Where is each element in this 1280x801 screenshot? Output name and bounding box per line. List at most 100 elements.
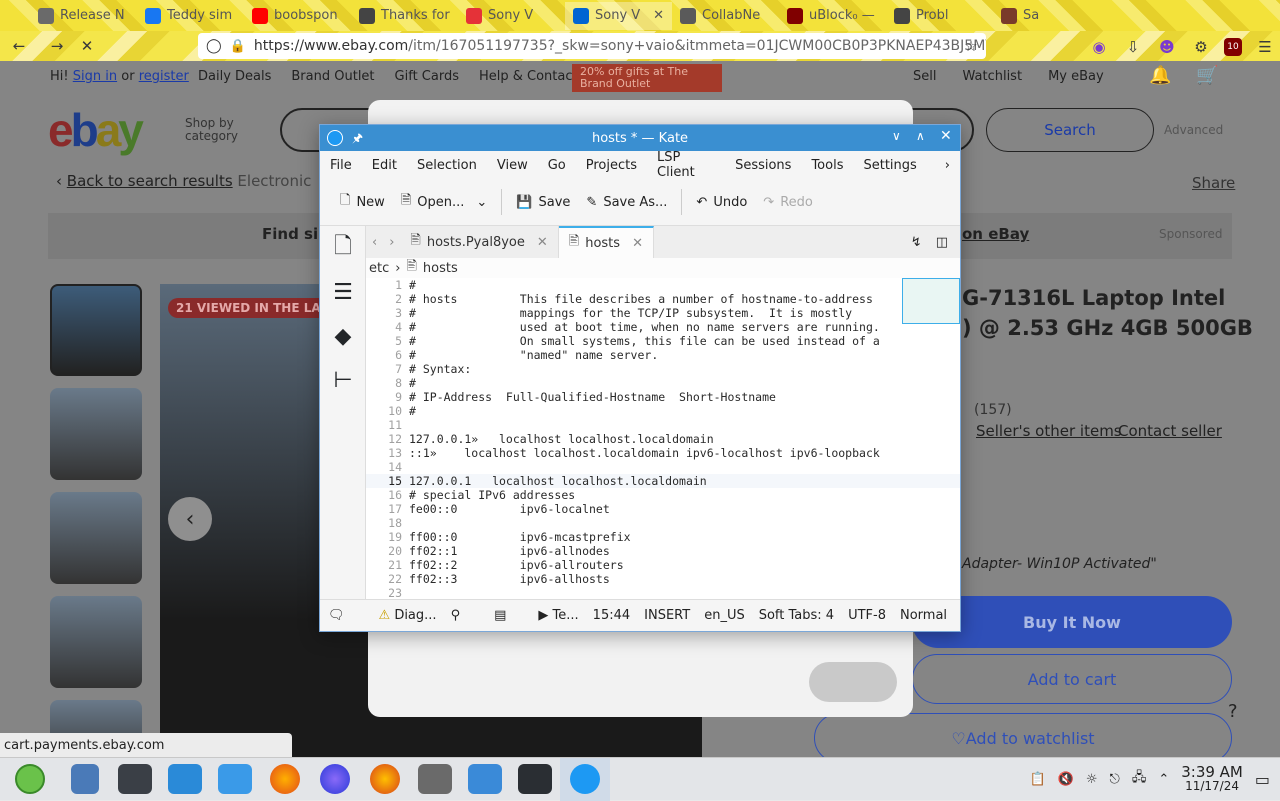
clipboard-icon[interactable]: 📋 — [1029, 772, 1045, 787]
bookmark-star-icon[interactable]: ☆ — [960, 35, 982, 57]
kate-task-icon[interactable] — [560, 757, 610, 801]
encoding[interactable]: UTF-8 — [848, 608, 886, 623]
code-line[interactable]: 16 # special IPv6 addresses — [366, 488, 960, 502]
register-link[interactable]: register — [139, 69, 189, 84]
tab-prev-icon[interactable]: ‹ — [366, 231, 383, 254]
browser-tab[interactable]: Probl — [886, 2, 993, 30]
downloads-icon[interactable]: ⇩ — [1122, 36, 1144, 58]
dolphin-icon[interactable] — [460, 758, 510, 801]
menu-tools[interactable]: Tools — [801, 158, 853, 173]
code-line[interactable]: 11 — [366, 418, 960, 432]
browser-tab[interactable]: Teddy sim — [137, 2, 244, 30]
contact-seller-link[interactable]: Contact seller — [1118, 422, 1222, 440]
sign-in-link[interactable]: Sign in — [73, 69, 117, 84]
texteditor-icon[interactable] — [410, 758, 460, 801]
save-button[interactable]: 💾 Save — [510, 191, 576, 214]
code-line[interactable]: 20 ff02::1 ipv6-allnodes — [366, 544, 960, 558]
code-line[interactable]: 18 — [366, 516, 960, 530]
daily-deals-link[interactable]: Daily Deals — [198, 69, 271, 84]
save-as-button[interactable]: ✎ Save As... — [580, 191, 673, 214]
discover-icon[interactable] — [160, 758, 210, 801]
menu-sessions[interactable]: Sessions — [725, 158, 801, 173]
open-button[interactable]: 🗎 Open... ⌄ — [395, 187, 493, 217]
help-icon[interactable]: ? — [1228, 701, 1238, 722]
indentation[interactable]: Soft Tabs: 4 — [759, 608, 834, 623]
code-line[interactable]: 5 # On small systems, this file can be us… — [366, 334, 960, 348]
minimize-icon[interactable]: ∨ — [892, 129, 901, 143]
ublock-icon[interactable]: 10 — [1224, 38, 1242, 56]
browser-tab[interactable]: boobspon — [244, 2, 351, 30]
gift-cards-link[interactable]: Gift Cards — [395, 69, 459, 84]
code-line[interactable]: 19 ff00::0 ipv6-mcastprefix — [366, 530, 960, 544]
code-line[interactable]: 13::1» localhost localhost.localdomain i… — [366, 446, 960, 460]
code-line[interactable]: 7 # Syntax: — [366, 362, 960, 376]
thumbnail-1[interactable] — [50, 284, 142, 376]
projects-icon[interactable]: ☰ — [320, 270, 366, 314]
on-ebay-link[interactable]: on eBay — [962, 225, 1029, 243]
quick-open-icon[interactable]: ↯ — [911, 235, 922, 250]
watchlist-link[interactable]: Watchlist — [962, 69, 1022, 84]
modal-button[interactable] — [809, 662, 897, 702]
konsole-icon[interactable] — [510, 758, 560, 801]
code-line[interactable]: 10 # — [366, 404, 960, 418]
git-icon[interactable]: ◆ — [320, 314, 366, 358]
text-editor[interactable]: 1 #2 # hosts This file describes a number … — [366, 278, 960, 599]
menu-view[interactable]: View — [487, 158, 538, 173]
browser-tab[interactable]: Sony V ✕ — [565, 1, 672, 30]
browser-tab[interactable]: uBlock₀ — — [779, 2, 886, 30]
firefox-nightly-icon[interactable] — [310, 758, 360, 801]
tab-close-icon[interactable]: ✕ — [632, 236, 643, 251]
breadcrumb-etc[interactable]: etc — [369, 261, 389, 276]
brand-outlet-link[interactable]: Brand Outlet — [291, 69, 374, 84]
code-line[interactable]: 8 # — [366, 376, 960, 390]
code-line[interactable]: 1 # — [366, 278, 960, 292]
thumbnail-2[interactable] — [50, 388, 142, 480]
desktop-pager-icon[interactable] — [60, 758, 110, 801]
search-icon[interactable]: ⚲ — [451, 608, 461, 623]
menu-file[interactable]: File — [320, 158, 362, 173]
clock[interactable]: 3:39 AM 11/17/24 — [1181, 765, 1243, 794]
forward-icon[interactable]: → — [46, 35, 68, 57]
ebay-logo[interactable]: ebay — [48, 103, 144, 157]
maximize-icon[interactable]: ∧ — [916, 129, 925, 143]
breadcrumb-electronics[interactable]: Electronic — [237, 172, 311, 190]
promo-banner[interactable]: 20% off gifts at The Brand Outlet — [572, 64, 722, 92]
redo-button[interactable]: ↷ Redo — [757, 191, 819, 214]
menu-overflow-icon[interactable]: › — [935, 158, 960, 173]
code-line[interactable]: 17 fe00::0 ipv6-localnet — [366, 502, 960, 516]
code-line[interactable]: 22 ff02::3 ipv6-allhosts — [366, 572, 960, 586]
menu-go[interactable]: Go — [538, 158, 576, 173]
add-to-cart-button[interactable]: Add to cart — [912, 654, 1232, 704]
chevron-down-icon[interactable]: ⌄ — [476, 195, 487, 210]
menu-icon[interactable]: ☰ — [1254, 36, 1276, 58]
menu-lsp-client[interactable]: LSP Client — [647, 150, 725, 180]
firefox-icon[interactable] — [260, 758, 310, 801]
tray-expand-icon[interactable]: ⌃ — [1158, 772, 1169, 787]
tab-close-icon[interactable]: ✕ — [537, 235, 548, 250]
lock-icon[interactable]: 🔒 — [230, 39, 246, 54]
cart-icon[interactable]: 🛒 — [1196, 65, 1218, 86]
bell-icon[interactable]: 🔔 — [1149, 65, 1171, 86]
code-line[interactable]: 9 # IP-Address Full-Qualified-Hostname Sh… — [366, 390, 960, 404]
add-to-watchlist-button[interactable]: ♡Add to watchlist — [814, 713, 1232, 761]
code-line[interactable]: 2 # hosts This file describes a number of… — [366, 292, 960, 306]
close-icon[interactable]: ✕ — [940, 128, 952, 144]
menu-edit[interactable]: Edit — [362, 158, 407, 173]
sell-link[interactable]: Sell — [913, 69, 936, 84]
my-ebay-link[interactable]: My eBay — [1048, 69, 1104, 84]
url-bar[interactable]: ◯ 🔒 https://www.ebay.com/itm/16705119773… — [198, 33, 986, 59]
code-line[interactable]: 12 127.0.0.1» localhost localhost.localdo… — [366, 432, 960, 446]
tab-hosts-pyal8yoe[interactable]: 🖹 hosts.Pyal8yoe ✕ — [400, 226, 559, 258]
pocket-icon[interactable]: ◉ — [1088, 36, 1110, 58]
share-link[interactable]: Share — [1192, 174, 1235, 192]
kate-titlebar[interactable]: 🖈 hosts * — Kate ∨ ∧ ✕ — [320, 125, 960, 151]
tab-next-icon[interactable]: › — [383, 231, 400, 254]
show-desktop-icon[interactable]: ▭ — [1255, 770, 1270, 789]
cursor-position[interactable]: 15:44 — [593, 608, 630, 623]
stop-icon[interactable]: ✕ — [76, 35, 98, 57]
code-line[interactable]: 15 127.0.0.1 localhost localhost.localdom… — [366, 474, 960, 488]
terminal-button[interactable]: ▶ Te... — [538, 608, 578, 623]
code-line[interactable]: 6 # "named" name server. — [366, 348, 960, 362]
code-line[interactable]: 3 # mappings for the TCP/IP subsystem. It… — [366, 306, 960, 320]
app-launcher-icon[interactable] — [0, 758, 60, 801]
